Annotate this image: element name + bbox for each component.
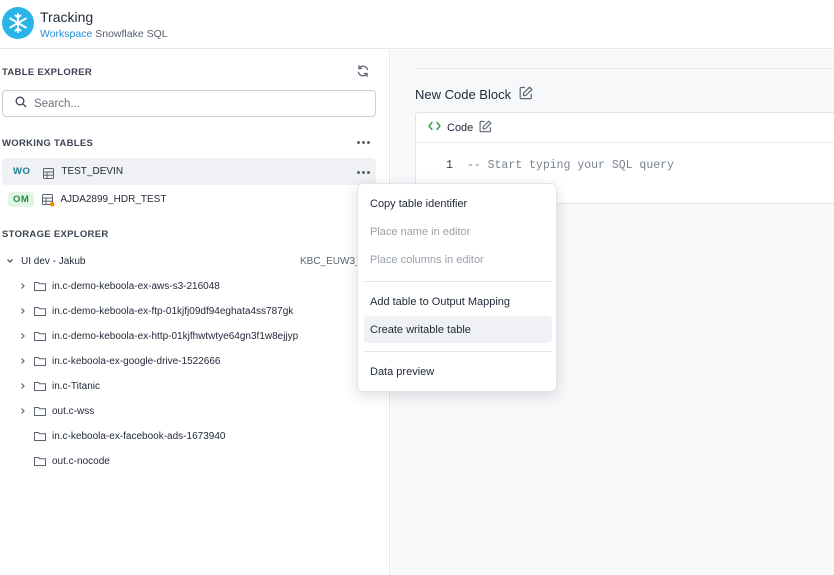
- chevron-right-icon[interactable]: [18, 356, 28, 366]
- table-icon: [43, 166, 55, 179]
- table-name: TEST_DEVIN: [61, 166, 124, 177]
- bucket-row[interactable]: in.c-keboola-ex-google-drive-1522666: [0, 351, 380, 371]
- storage-root-row[interactable]: UI dev - Jakub KBC_EUW3_1: [0, 251, 380, 271]
- chevron-right-icon[interactable]: [18, 406, 28, 416]
- code-brackets-icon: [428, 121, 441, 134]
- line-number: 1: [446, 159, 453, 172]
- code-placeholder: -- Start typing your SQL query: [466, 159, 674, 172]
- table-name: AJDA2899_HDR_TEST: [60, 194, 167, 205]
- workspace-link[interactable]: Workspace: [40, 28, 92, 40]
- folder-icon: [34, 456, 46, 466]
- table-more-icon[interactable]: [357, 167, 370, 177]
- bucket-row[interactable]: out.c-wss: [0, 401, 380, 421]
- refresh-icon[interactable]: [356, 64, 370, 78]
- edit-icon[interactable]: [519, 86, 533, 103]
- mapping-badge: WO: [13, 166, 31, 177]
- sidebar: TABLE EXPLORER WORKING TABLES WO TEST_DE…: [0, 50, 390, 575]
- bucket-name: in.c-demo-keboola-ex-aws-s3-216048: [52, 280, 220, 292]
- chevron-right-icon[interactable]: [18, 331, 28, 341]
- bucket-name: in.c-keboola-ex-facebook-ads-1673940: [52, 430, 226, 442]
- bucket-row[interactable]: out.c-nocode: [0, 451, 380, 471]
- working-tables-title: WORKING TABLES: [2, 138, 94, 149]
- menu-item-copy-identifier[interactable]: Copy table identifier: [364, 190, 552, 217]
- bucket-row[interactable]: in.c-demo-keboola-ex-http-01kjfhwtwtye64…: [0, 326, 380, 346]
- folder-icon: [34, 406, 46, 416]
- bucket-name: out.c-nocode: [52, 455, 110, 467]
- search-icon: [15, 95, 27, 113]
- table-explorer-title: TABLE EXPLORER: [2, 67, 93, 78]
- storage-explorer-title: STORAGE EXPLORER: [2, 229, 109, 240]
- snowflake-icon: [2, 7, 34, 39]
- bucket-row[interactable]: in.c-Titanic: [0, 376, 380, 396]
- bucket-name: in.c-demo-keboola-ex-ftp-01kjfj09df94egh…: [52, 305, 294, 317]
- folder-icon: [34, 281, 46, 291]
- chevron-right-icon[interactable]: [18, 306, 28, 316]
- bucket-name: out.c-wss: [52, 405, 95, 417]
- storage-root-name: UI dev - Jakub: [21, 255, 86, 267]
- menu-item-place-columns: Place columns in editor: [370, 253, 484, 266]
- menu-divider: [364, 281, 552, 282]
- folder-icon: [34, 306, 46, 316]
- menu-item-data-preview[interactable]: Data preview: [364, 358, 552, 385]
- bucket-name: in.c-Titanic: [52, 380, 100, 392]
- bucket-row[interactable]: in.c-demo-keboola-ex-ftp-01kjfj09df94egh…: [0, 301, 380, 321]
- code-tab[interactable]: Code: [416, 113, 834, 143]
- menu-item-place-name: Place name in editor: [370, 225, 471, 238]
- chevron-right-icon[interactable]: [18, 281, 28, 291]
- chevron-down-icon[interactable]: [5, 256, 15, 266]
- menu-item-add-output-mapping[interactable]: Add table to Output Mapping: [364, 288, 552, 315]
- backend-label: Snowflake SQL: [95, 28, 168, 40]
- workspace-subtitle: Workspace Snowflake SQL: [40, 28, 168, 40]
- search-input[interactable]: [34, 97, 334, 110]
- working-tables-more-icon[interactable]: [357, 137, 370, 147]
- divider: [415, 68, 834, 69]
- code-editor[interactable]: 1 -- Start typing your SQL query: [446, 159, 674, 172]
- bucket-name: in.c-demo-keboola-ex-http-01kjfhwtwtye64…: [52, 330, 299, 342]
- code-block-title: New Code Block: [415, 86, 533, 103]
- bucket-row[interactable]: in.c-keboola-ex-facebook-ads-1673940: [0, 426, 380, 446]
- search-box[interactable]: [2, 90, 376, 117]
- top-bar: Tracking Workspace Snowflake SQL: [0, 0, 834, 49]
- chevron-right-icon[interactable]: [18, 381, 28, 391]
- folder-icon: [34, 331, 46, 341]
- page-title: Tracking: [40, 9, 94, 25]
- folder-icon: [34, 431, 46, 441]
- table-context-menu: Copy table identifier Place name in edit…: [357, 183, 557, 392]
- folder-icon: [34, 381, 46, 391]
- code-tab-label: Code: [447, 121, 474, 134]
- mapping-badge: OM: [8, 192, 35, 207]
- bucket-row[interactable]: in.c-demo-keboola-ex-aws-s3-216048: [0, 276, 380, 296]
- bucket-name: in.c-keboola-ex-google-drive-1522666: [52, 355, 221, 367]
- block-title-text: New Code Block: [415, 87, 512, 102]
- menu-item-create-writable-table[interactable]: Create writable table: [364, 316, 552, 343]
- working-table-row[interactable]: OM AJDA2899_HDR_TEST: [2, 186, 376, 213]
- folder-icon: [34, 356, 46, 366]
- menu-divider: [364, 351, 552, 352]
- edit-icon[interactable]: [479, 119, 492, 136]
- working-table-row[interactable]: WO TEST_DEVIN: [2, 158, 376, 185]
- table-output-icon: [42, 194, 55, 207]
